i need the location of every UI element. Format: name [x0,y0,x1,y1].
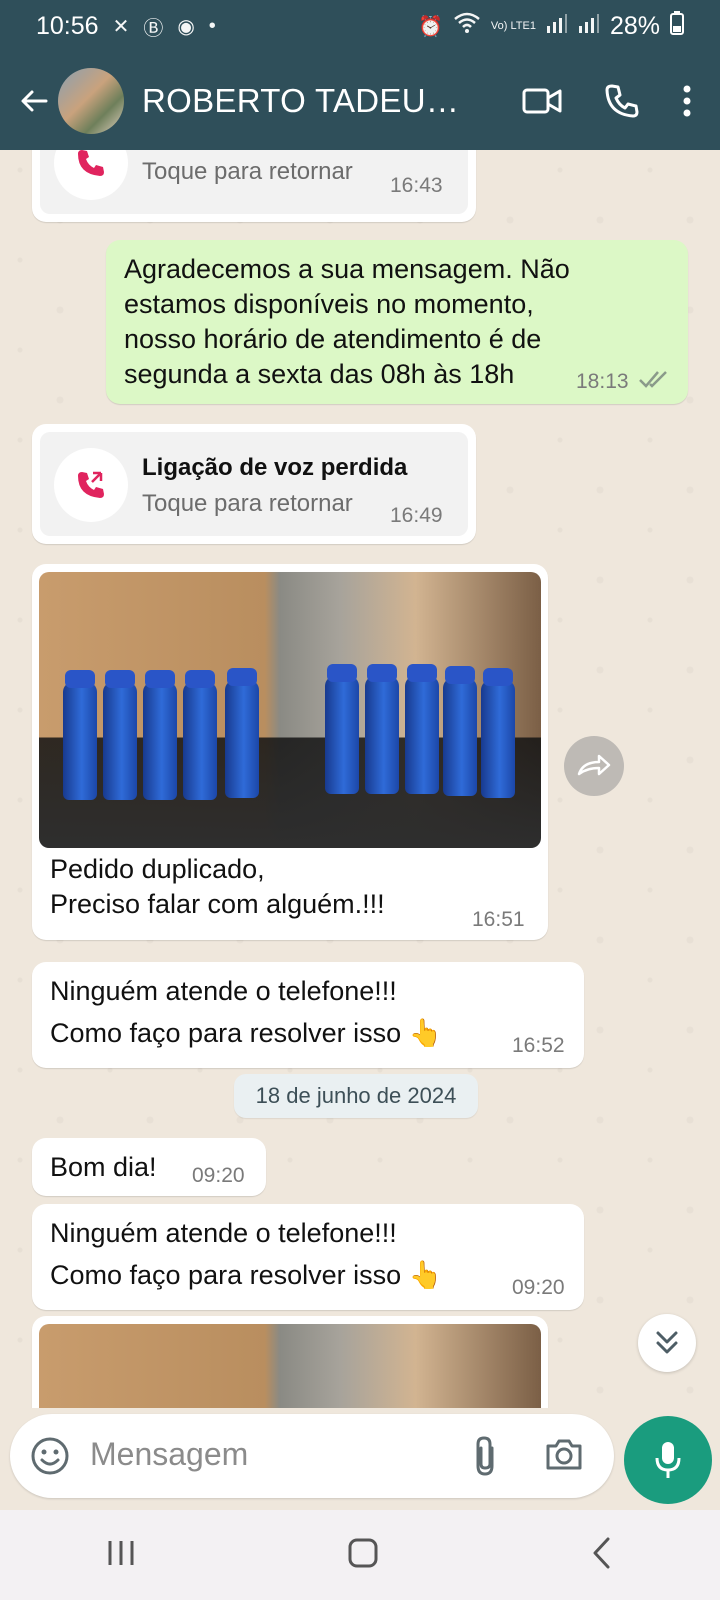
incoming-message[interactable]: Bom dia! 09:20 [32,1138,266,1196]
system-navigation-bar [0,1510,720,1600]
signal-icon-1 [546,12,568,40]
missed-call-card[interactable]: Ligação de voz perdida Toque para retorn… [40,432,468,536]
missed-call-subtitle: Toque para retornar [142,158,353,185]
message-line: Como faço para resolver isso 👆 [50,1018,443,1048]
message-line: Pedido duplicado, [50,854,265,884]
message-line: estamos disponíveis no momento, [124,289,534,319]
b-notification-icon: Ⓑ [143,17,164,40]
recent-apps-icon[interactable] [106,1539,136,1572]
message-time: 09:20 [512,1276,565,1299]
back-arrow-icon[interactable] [16,83,52,119]
message-time: 16:52 [512,1034,565,1057]
lte-label: Vo) LTE1 [490,19,536,32]
chat-messages[interactable]: Toque para retornar 16:43 Agradecemos a … [0,150,720,1408]
message-line: nosso horário de atendimento é de [124,324,542,354]
phone-icon[interactable] [604,83,640,119]
contact-avatar[interactable] [58,68,124,134]
emoji-icon[interactable] [30,1436,70,1481]
message-time: 09:20 [192,1164,245,1187]
signal-icon-2 [578,12,600,40]
attach-icon[interactable] [470,1434,500,1483]
mic-button[interactable] [624,1416,712,1504]
outgoing-message[interactable]: Agradecemos a sua mensagem. Não estamos … [106,240,688,404]
message-time: 16:49 [390,504,443,527]
status-bar: 10:56 ✕ Ⓑ ◉ • ⏰ Vo) LTE1 28% [0,0,720,52]
incoming-message-text: Ninguém atende o telefone!!! Como faço p… [50,1212,442,1296]
message-line: Ninguém atende o telefone!!! [50,976,397,1006]
status-time: 10:56 [36,11,99,40]
missed-call-bubble-partial[interactable]: Toque para retornar 16:43 [32,150,476,222]
message-line: Agradecemos a sua mensagem. Não [124,254,570,284]
incoming-message-text: Bom dia! [50,1152,157,1182]
home-icon[interactable] [347,1537,379,1574]
message-input[interactable]: Mensagem [90,1436,248,1473]
chat-header: ROBERTO TADEU LI... [0,52,720,150]
battery-percent: 28% [609,11,660,40]
message-composer: Mensagem [0,1408,720,1498]
incoming-message[interactable]: Ninguém atende o telefone!!! Como faço p… [32,962,584,1068]
missed-call-subtitle: Toque para retornar [142,490,353,517]
scroll-to-bottom-button[interactable] [638,1314,696,1372]
app-notification-icon: ◉ [177,15,195,38]
double-chevron-down-icon [656,1331,678,1354]
alarm-icon: ⏰ [418,15,443,38]
message-line: Preciso falar com alguém.!!! [50,889,385,919]
more-notifications-dot-icon: • [208,14,216,37]
wifi-icon [453,12,481,40]
message-line: Como faço para resolver isso 👆 [50,1260,443,1290]
incoming-message-text: Ninguém atende o telefone!!! Como faço p… [50,970,442,1054]
image-message-partial[interactable] [32,1316,548,1408]
message-line: Ninguém atende o telefone!!! [50,1218,397,1248]
double-check-icon [638,368,670,395]
message-input-container[interactable]: Mensagem [10,1414,614,1498]
more-vert-icon[interactable] [682,84,692,118]
image-caption: Pedido duplicado, Preciso falar com algu… [50,852,385,922]
camera-icon[interactable] [544,1436,584,1477]
incoming-message[interactable]: Ninguém atende o telefone!!! Como faço p… [32,1204,584,1310]
message-time: 16:51 [472,908,525,931]
forward-icon[interactable] [564,736,624,796]
video-call-icon[interactable] [522,86,562,116]
message-time: 18:13 [576,370,629,393]
battery-icon [670,10,684,42]
order-photo[interactable] [39,572,541,848]
missed-call-title: Ligação de voz perdida [142,454,408,481]
image-message[interactable]: Pedido duplicado, Preciso falar com algu… [32,564,548,940]
missed-call-icon [54,448,128,522]
contact-name[interactable]: ROBERTO TADEU LI... [142,82,462,120]
missed-call-card[interactable]: Toque para retornar 16:43 [40,150,468,214]
mic-icon [655,1442,681,1478]
date-divider: 18 de junho de 2024 [234,1074,478,1118]
missed-call-icon [54,150,128,200]
message-time: 16:43 [390,174,443,197]
missed-call-bubble[interactable]: Ligação de voz perdida Toque para retorn… [32,424,476,544]
nav-back-icon[interactable] [590,1536,614,1575]
missed-call-notification-icon: ✕ [112,15,130,38]
order-photo[interactable] [39,1324,541,1408]
